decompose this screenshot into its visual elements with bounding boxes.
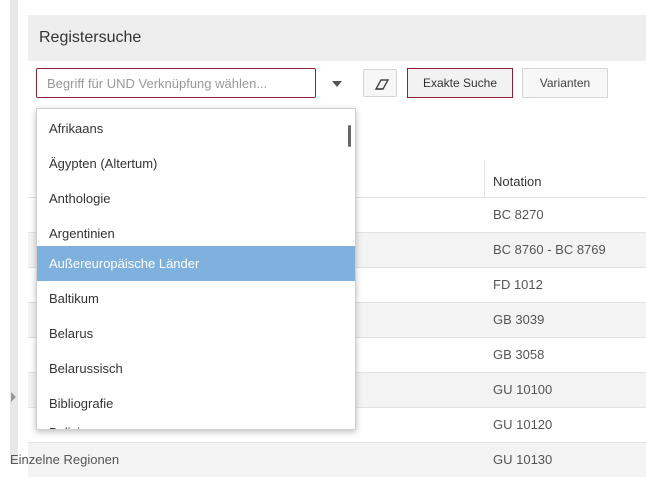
page-title: Registersuche [39, 29, 142, 46]
dropdown-option[interactable]: Belarussisch [37, 351, 355, 386]
dropdown-option[interactable]: Afrikaans [37, 111, 355, 146]
dropdown-option[interactable]: Ägypten (Altertum) [37, 146, 355, 181]
dropdown-option[interactable]: Anthologie [37, 181, 355, 216]
row-notation: GB 3039 [493, 312, 545, 327]
term-dropdown-list[interactable]: Afrikaans Ägypten (Altertum) Anthologie … [36, 108, 356, 430]
left-gutter [0, 0, 18, 464]
eraser-icon [374, 79, 390, 90]
row-label: Einzelne Regionen [10, 452, 120, 467]
row-notation: GB 3058 [493, 347, 545, 362]
search-toolbar: Exakte Suche Varianten [36, 68, 646, 102]
row-notation: GU 10130 [493, 452, 553, 467]
row-notation: GU 10100 [493, 382, 553, 397]
register-search-header: Registersuche [28, 15, 646, 61]
notation-column-header[interactable]: Notation [484, 160, 646, 197]
chevron-down-icon[interactable] [332, 81, 342, 87]
expand-arrow-icon[interactable] [11, 392, 16, 402]
dropdown-scrollbar[interactable] [348, 125, 351, 147]
exact-search-button[interactable]: Exakte Suche [407, 68, 513, 98]
dropdown-option-selected[interactable]: Außereuropäische Länder [37, 246, 355, 281]
row-notation: FD 1012 [493, 277, 543, 292]
variants-button[interactable]: Varianten [522, 68, 608, 98]
dropdown-option[interactable]: Belarus [37, 316, 355, 351]
row-notation: GU 10120 [493, 417, 553, 432]
dropdown-option[interactable]: Baltikum [37, 281, 355, 316]
clear-button[interactable] [363, 69, 397, 97]
row-notation: BC 8760 - BC 8769 [493, 242, 606, 257]
row-notation: BC 8270 [493, 207, 544, 222]
search-input[interactable] [36, 68, 316, 98]
table-row[interactable]: Einzelne Regionen GU 10130 [10, 442, 646, 477]
dropdown-option[interactable]: Bolivien [37, 415, 355, 429]
